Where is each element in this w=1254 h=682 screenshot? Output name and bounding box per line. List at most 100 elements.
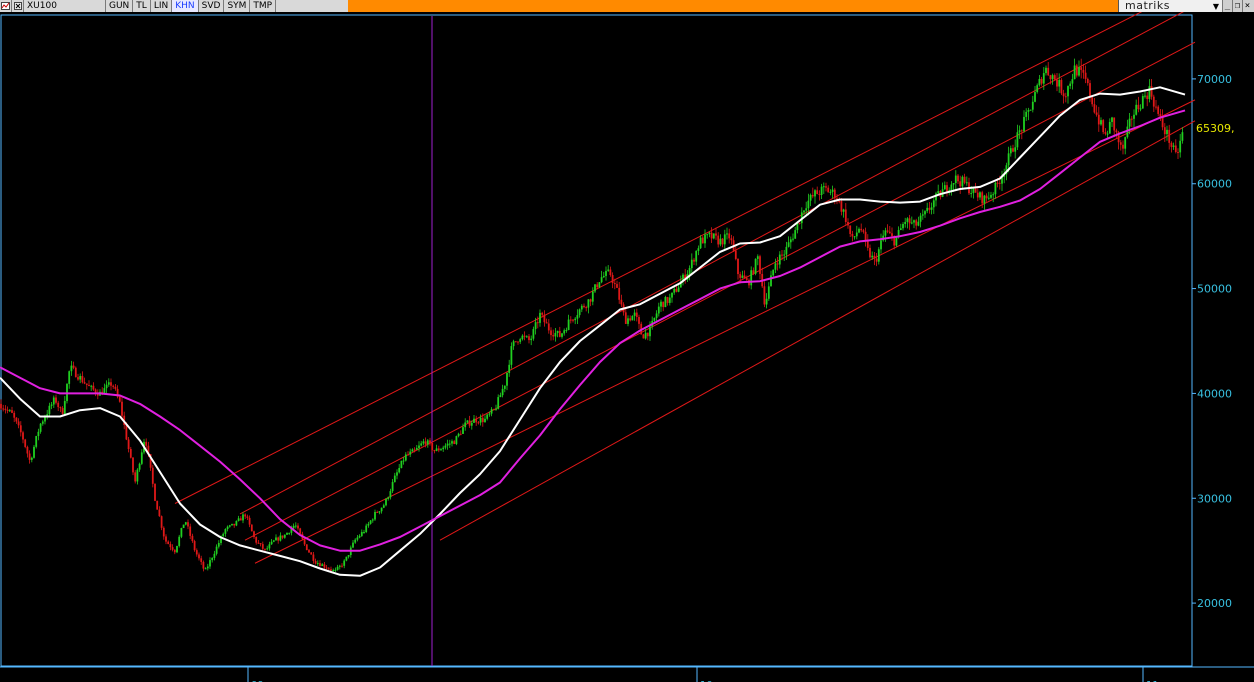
candle-body [616, 284, 618, 288]
candle-body [457, 433, 460, 437]
toolbar: XU100 GUN TL LIN KHN SVD SYM TMP matriks… [0, 0, 1254, 12]
close-icon[interactable]: × [1242, 0, 1252, 12]
candle-body [820, 186, 823, 195]
candle-body [633, 312, 636, 316]
candle-body [851, 233, 854, 237]
dropdown-arrow-icon: ▼ [1212, 1, 1220, 11]
candle-body [906, 218, 909, 222]
candle-body [754, 258, 757, 274]
candle-body [886, 230, 889, 232]
candle-body [288, 532, 291, 534]
candle-body [1172, 145, 1175, 147]
lin-button[interactable]: LIN [151, 0, 173, 12]
candle-body [818, 194, 821, 196]
candle-body [974, 188, 977, 193]
candle-body [217, 542, 220, 547]
candle-body [453, 441, 456, 445]
tmp-button[interactable]: TMP [250, 0, 277, 12]
candle-body [420, 443, 423, 446]
candle-body [385, 498, 387, 506]
tl-button[interactable]: TL [133, 0, 151, 12]
candle-body [523, 335, 526, 337]
candle-body [1075, 65, 1078, 76]
candle-body [1007, 153, 1010, 166]
candle-body [72, 365, 75, 368]
candle-body [602, 275, 605, 278]
candle-body [499, 395, 502, 398]
candle-body [510, 346, 513, 365]
brand-dropdown[interactable]: matriks ▼ [1118, 0, 1222, 12]
candle-body [756, 256, 759, 259]
candle-body [1082, 69, 1085, 73]
candle-body [924, 211, 926, 215]
candle-body [737, 258, 739, 275]
candle-body [825, 186, 827, 188]
candle-body [598, 282, 601, 288]
candle-body [990, 194, 992, 198]
candle-body [396, 472, 398, 476]
candle-body [1020, 130, 1023, 132]
candle-body [121, 401, 123, 416]
candle-body [374, 511, 376, 520]
channel-line [239, 12, 1184, 515]
candle-body [1111, 117, 1113, 122]
candle-body [556, 330, 559, 333]
candle-body [1025, 111, 1028, 117]
candle-body [246, 516, 249, 518]
candle-body [1056, 79, 1058, 87]
candle-body [266, 548, 269, 550]
candle-body [778, 254, 781, 265]
candle-body [365, 525, 368, 533]
candle-body [338, 565, 341, 567]
candle-body [787, 242, 790, 247]
candle-body [398, 467, 401, 473]
svd-button[interactable]: SVD [199, 0, 225, 12]
candle-body [1034, 92, 1036, 102]
chart-icon[interactable] [0, 0, 12, 12]
candle-body [726, 233, 728, 235]
candle-body [132, 457, 134, 473]
gun-button[interactable]: GUN [106, 0, 134, 12]
sym-button[interactable]: SYM [224, 0, 251, 12]
candle-body [165, 536, 167, 542]
price-chart[interactable]: 20000300004000050000600007000065309,0910… [0, 12, 1254, 682]
candle-body [206, 566, 209, 569]
candle-body [376, 511, 379, 513]
candle-body [981, 192, 984, 204]
close-small-icon[interactable] [12, 0, 24, 12]
minimize-icon[interactable]: _ [1222, 0, 1232, 12]
candle-body [688, 268, 691, 275]
restore-icon[interactable]: ❐ [1232, 0, 1242, 12]
candle-body [1102, 120, 1105, 133]
symbol-label[interactable]: XU100 [24, 0, 106, 12]
candle-body [1058, 79, 1061, 87]
candle-body [1104, 132, 1107, 134]
candle-body [1067, 86, 1069, 97]
candle-body [759, 256, 761, 274]
candle-body [404, 454, 407, 461]
candle-body [1128, 118, 1131, 127]
candle-body [869, 247, 871, 258]
candle-body [426, 440, 429, 445]
candle-body [741, 275, 744, 278]
candle-body [946, 185, 948, 193]
candle-body [255, 537, 258, 543]
candle-body [690, 259, 693, 269]
candle-body [763, 286, 766, 305]
candle-body [473, 418, 475, 423]
candle-body [92, 385, 95, 390]
candle-body [655, 313, 658, 318]
candle-body [734, 250, 737, 259]
candle-body [347, 555, 350, 557]
candle-body [1047, 67, 1050, 76]
candle-body [1018, 130, 1021, 133]
candle-body [891, 233, 893, 237]
candle-body [528, 336, 530, 341]
candle-body [253, 531, 255, 538]
window-controls: _ ❐ × [1222, 0, 1254, 12]
candle-body [393, 475, 396, 483]
khn-button[interactable]: KHN [172, 0, 199, 12]
y-tick-label: 70000 [1197, 73, 1232, 86]
candle-body [1139, 108, 1142, 110]
candle-body [508, 364, 511, 373]
